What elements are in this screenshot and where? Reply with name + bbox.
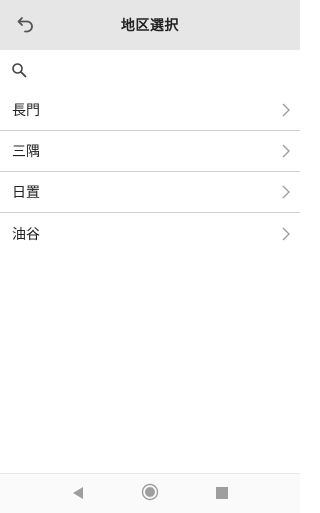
nav-home-icon (141, 483, 159, 505)
list-item-label: 油谷 (12, 226, 40, 243)
list-item-label: 長門 (12, 103, 40, 119)
nav-recent-apps-icon (215, 485, 229, 504)
chevron-right-icon (280, 143, 292, 159)
system-navigation-bar (0, 473, 300, 513)
list-item-nagato[interactable]: 長門 (0, 90, 300, 131)
list-item-misumi[interactable]: 三隅 (0, 131, 300, 172)
nav-back-icon (71, 485, 85, 504)
list-item-yuya[interactable]: 油谷 (0, 213, 300, 254)
chevron-right-icon (280, 184, 292, 200)
search-icon[interactable] (10, 61, 28, 79)
area-list: 長門 三隅 日置 油谷 (0, 90, 300, 254)
app-screen: 地区選択 長門 三隅 日置 油谷 (0, 0, 300, 513)
nav-home-button[interactable] (140, 483, 160, 505)
search-input[interactable] (36, 55, 300, 85)
header-bar: 地区選択 (0, 0, 300, 50)
nav-back-button[interactable] (68, 484, 88, 504)
list-item-label: 三隅 (12, 144, 40, 160)
chevron-right-icon (280, 226, 292, 242)
page-title: 地区選択 (121, 18, 179, 34)
list-item-label: 日置 (12, 185, 40, 201)
back-button[interactable] (14, 13, 38, 37)
search-bar (0, 50, 300, 90)
list-item-heki[interactable]: 日置 (0, 172, 300, 213)
nav-recent-apps-button[interactable] (212, 484, 232, 504)
chevron-right-icon (280, 102, 292, 118)
undo-arrow-icon (16, 13, 36, 37)
